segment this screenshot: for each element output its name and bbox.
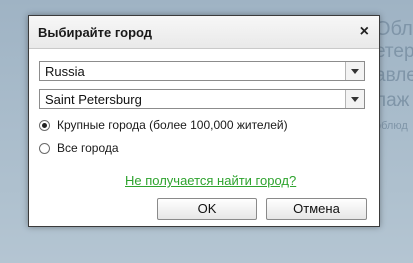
country-dropdown-button[interactable] <box>345 62 364 80</box>
city-select[interactable]: Saint Petersburg <box>39 89 365 109</box>
chevron-down-icon <box>351 69 359 74</box>
ok-button[interactable]: OK <box>157 198 257 220</box>
radio-button-all-cities[interactable] <box>39 142 50 154</box>
city-dropdown-button[interactable] <box>345 90 364 108</box>
dialog-titlebar: Выбирайте город × <box>29 16 379 49</box>
background-text-line: етер <box>375 41 413 62</box>
radio-button-large-cities[interactable] <box>39 119 50 131</box>
country-select[interactable]: Russia <box>39 61 365 81</box>
dialog-title: Выбирайте город <box>38 25 153 40</box>
background-text-line: Обла <box>375 18 413 40</box>
cancel-button[interactable]: Отмена <box>266 198 367 220</box>
radio-label-large-cities: Крупные города (более 100,000 жителей) <box>57 118 288 132</box>
country-select-value: Russia <box>45 64 85 79</box>
chevron-down-icon <box>351 97 359 102</box>
radio-option-large-cities[interactable]: Крупные города (более 100,000 жителей) <box>39 117 288 133</box>
background-text-line: лаж <box>375 90 410 111</box>
radio-option-all-cities[interactable]: Все города <box>39 140 119 156</box>
radio-label-all-cities: Все города <box>57 141 119 155</box>
background-text-line: авле <box>375 65 413 86</box>
city-picker-dialog: Выбирайте город × Russia Saint Petersbur… <box>28 15 380 227</box>
city-select-value: Saint Petersburg <box>45 92 142 107</box>
close-icon[interactable]: × <box>360 22 369 42</box>
cant-find-city-link[interactable]: Не получается найти город? <box>125 173 296 188</box>
